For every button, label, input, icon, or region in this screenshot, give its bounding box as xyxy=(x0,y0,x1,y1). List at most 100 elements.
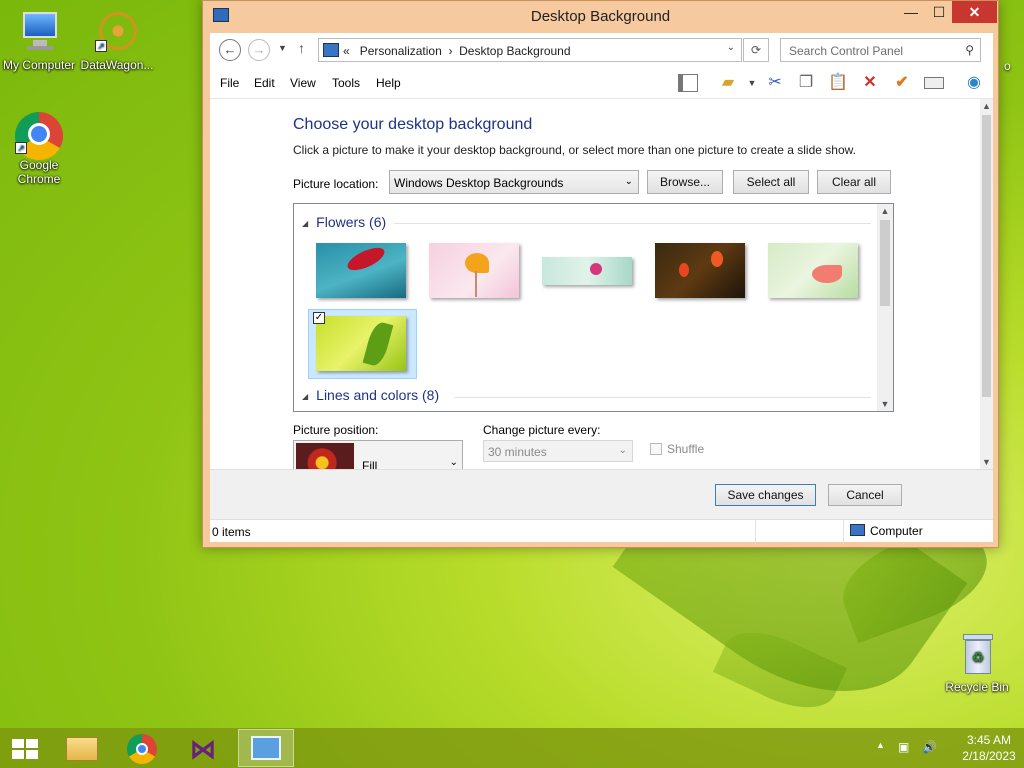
taskbar: ⋈ ▲ ▣ 🔊 3:45 AM 2/18/2023 xyxy=(0,728,1024,768)
breadcrumb-desktop-background[interactable]: Desktop Background xyxy=(459,44,570,58)
menu-bar: File Edit View Tools Help ▰ ▼ ✂ ❐ 📋 ✕ ✔ … xyxy=(210,67,993,99)
picture-position-select[interactable]: Fill ⌄ xyxy=(293,440,463,469)
main-content: Choose your desktop background Click a p… xyxy=(210,99,980,469)
system-clock[interactable]: 3:45 AM 2/18/2023 xyxy=(954,732,1024,764)
properties-icon[interactable] xyxy=(922,71,946,95)
start-button[interactable] xyxy=(0,729,56,767)
clear-all-button[interactable]: Clear all xyxy=(817,170,891,194)
search-input[interactable]: Search Control Panel ⚲ xyxy=(780,38,981,62)
taskbar-chrome[interactable] xyxy=(115,729,171,767)
save-changes-button[interactable]: Save changes xyxy=(715,484,816,506)
up-button[interactable]: ↑ xyxy=(298,40,305,56)
recycle-bin-icon: ♻ xyxy=(953,632,1001,678)
wallpaper-thumbnail[interactable] xyxy=(542,257,632,285)
scroll-up-icon[interactable]: ▲ xyxy=(877,206,893,216)
back-button[interactable]: ← xyxy=(219,39,241,61)
chevron-down-icon[interactable]: ▼ xyxy=(740,71,764,95)
taskbar-control-panel[interactable] xyxy=(238,729,294,767)
minimize-button[interactable]: — xyxy=(898,1,924,23)
cut-icon[interactable]: ✂ xyxy=(763,71,787,95)
desktop-icon-datawagon[interactable]: ↗ DataWagon... xyxy=(78,10,156,72)
position-preview-image xyxy=(296,443,354,469)
clock-date: 2/18/2023 xyxy=(962,749,1016,763)
group-header-lines-and-colors[interactable]: ◢ Lines and colors (8) xyxy=(302,387,439,403)
content-scrollbar[interactable]: ▲ ▼ xyxy=(980,99,993,469)
title-bar[interactable]: Desktop Background — ☐ ✕ xyxy=(203,1,998,33)
menu-edit[interactable]: Edit xyxy=(254,76,275,90)
recent-locations-icon[interactable]: ▼ xyxy=(278,43,287,53)
clock-time: 3:45 AM xyxy=(966,733,1012,747)
window-title: Desktop Background xyxy=(530,8,671,25)
network-icon[interactable]: ▣ xyxy=(898,740,909,754)
desktop-icon-label: Recycle Bin xyxy=(945,680,1009,694)
wallpaper-thumbnail[interactable] xyxy=(655,243,745,298)
status-item-count: 0 items xyxy=(212,525,251,539)
refresh-button[interactable]: ⟳ xyxy=(743,38,769,62)
search-placeholder: Search Control Panel xyxy=(789,44,904,58)
wallpaper-thumbnail[interactable] xyxy=(768,243,858,298)
delete-icon[interactable]: ✕ xyxy=(858,71,882,95)
desktop-icon-google-chrome[interactable]: ↗ Google Chrome xyxy=(0,110,78,186)
breadcrumb-overflow[interactable]: « xyxy=(343,44,350,58)
address-bar[interactable]: « Personalization › Desktop Background ⌄ xyxy=(318,38,742,62)
select-all-button[interactable]: Select all xyxy=(733,170,809,194)
change-picture-select[interactable]: 30 minutes ⌄ xyxy=(483,440,633,462)
page-description: Click a picture to make it your desktop … xyxy=(293,143,856,157)
desktop-partial-text: o xyxy=(1004,59,1011,73)
browse-button[interactable]: Browse... xyxy=(647,170,723,194)
menu-tools[interactable]: Tools xyxy=(332,76,360,90)
thumbnail-checkbox[interactable]: ✓ xyxy=(313,312,325,324)
page-title: Choose your desktop background xyxy=(293,116,533,133)
volume-icon[interactable]: 🔊 xyxy=(922,740,937,754)
layout-pane-icon[interactable] xyxy=(676,71,700,95)
checkbox-box[interactable] xyxy=(650,443,662,455)
picture-location-select[interactable]: Windows Desktop Backgrounds ⌄ xyxy=(389,170,639,194)
desktop-icon-my-computer[interactable]: My Computer xyxy=(0,10,78,72)
chrome-icon-center xyxy=(136,743,148,755)
gallery-scrollbar[interactable]: ▲ ▼ xyxy=(877,204,893,411)
menu-help[interactable]: Help xyxy=(376,76,401,90)
dialog-footer: Save changes Cancel xyxy=(210,469,993,519)
search-icon[interactable]: ⚲ xyxy=(965,43,974,57)
breadcrumb-personalization[interactable]: Personalization xyxy=(360,44,442,58)
scrollbar-thumb[interactable] xyxy=(880,220,890,306)
chevron-down-icon[interactable]: ⌄ xyxy=(727,42,735,53)
globe-icon[interactable]: ◉ xyxy=(962,71,986,95)
show-hidden-icons[interactable]: ▲ xyxy=(876,740,885,750)
group-header-flowers[interactable]: ◢ Flowers (6) xyxy=(302,214,386,230)
folder-options-icon[interactable]: ▰ xyxy=(716,71,740,95)
picture-location-value: Windows Desktop Backgrounds xyxy=(394,176,564,190)
scroll-up-icon[interactable]: ▲ xyxy=(980,101,993,111)
desktop-icon-label: Google Chrome xyxy=(17,158,61,186)
paste-icon[interactable]: 📋 xyxy=(826,71,850,95)
copy-icon[interactable]: ❐ xyxy=(794,71,818,95)
scroll-down-icon[interactable]: ▼ xyxy=(877,399,893,409)
scrollbar-thumb[interactable] xyxy=(982,115,991,397)
computer-icon xyxy=(850,524,865,536)
forward-button[interactable]: → xyxy=(248,39,270,61)
wallpaper-thumbnail[interactable] xyxy=(316,243,406,298)
close-button[interactable]: ✕ xyxy=(952,1,997,23)
collapse-triangle-icon[interactable]: ◢ xyxy=(302,392,308,401)
change-picture-label: Change picture every: xyxy=(483,423,601,437)
checkmark-icon[interactable]: ✔ xyxy=(890,71,914,95)
change-picture-value: 30 minutes xyxy=(488,445,547,459)
scroll-down-icon[interactable]: ▼ xyxy=(980,457,993,467)
shuffle-checkbox[interactable]: Shuffle xyxy=(650,442,704,456)
menu-view[interactable]: View xyxy=(290,76,316,90)
windows-logo-icon xyxy=(12,739,38,759)
cancel-button[interactable]: Cancel xyxy=(828,484,902,506)
taskbar-file-explorer[interactable] xyxy=(54,729,110,767)
desktop-background-window: Desktop Background — ☐ ✕ ← → ▼ ↑ « Perso… xyxy=(202,0,999,548)
wallpaper-thumbnail[interactable] xyxy=(429,243,519,298)
menu-file[interactable]: File xyxy=(220,76,239,90)
window-client-area: ← → ▼ ↑ « Personalization › Desktop Back… xyxy=(210,33,993,543)
computer-icon xyxy=(15,10,63,56)
taskbar-visual-studio[interactable]: ⋈ xyxy=(176,729,232,767)
desktop-icon-recycle-bin[interactable]: ♻ Recycle Bin xyxy=(938,632,1016,694)
maximize-button[interactable]: ☐ xyxy=(926,1,952,23)
wallpaper-thumbnail-selected[interactable] xyxy=(316,316,406,371)
collapse-triangle-icon[interactable]: ◢ xyxy=(302,219,308,228)
shuffle-label: Shuffle xyxy=(667,442,705,456)
picture-position-label: Picture position: xyxy=(293,423,379,437)
